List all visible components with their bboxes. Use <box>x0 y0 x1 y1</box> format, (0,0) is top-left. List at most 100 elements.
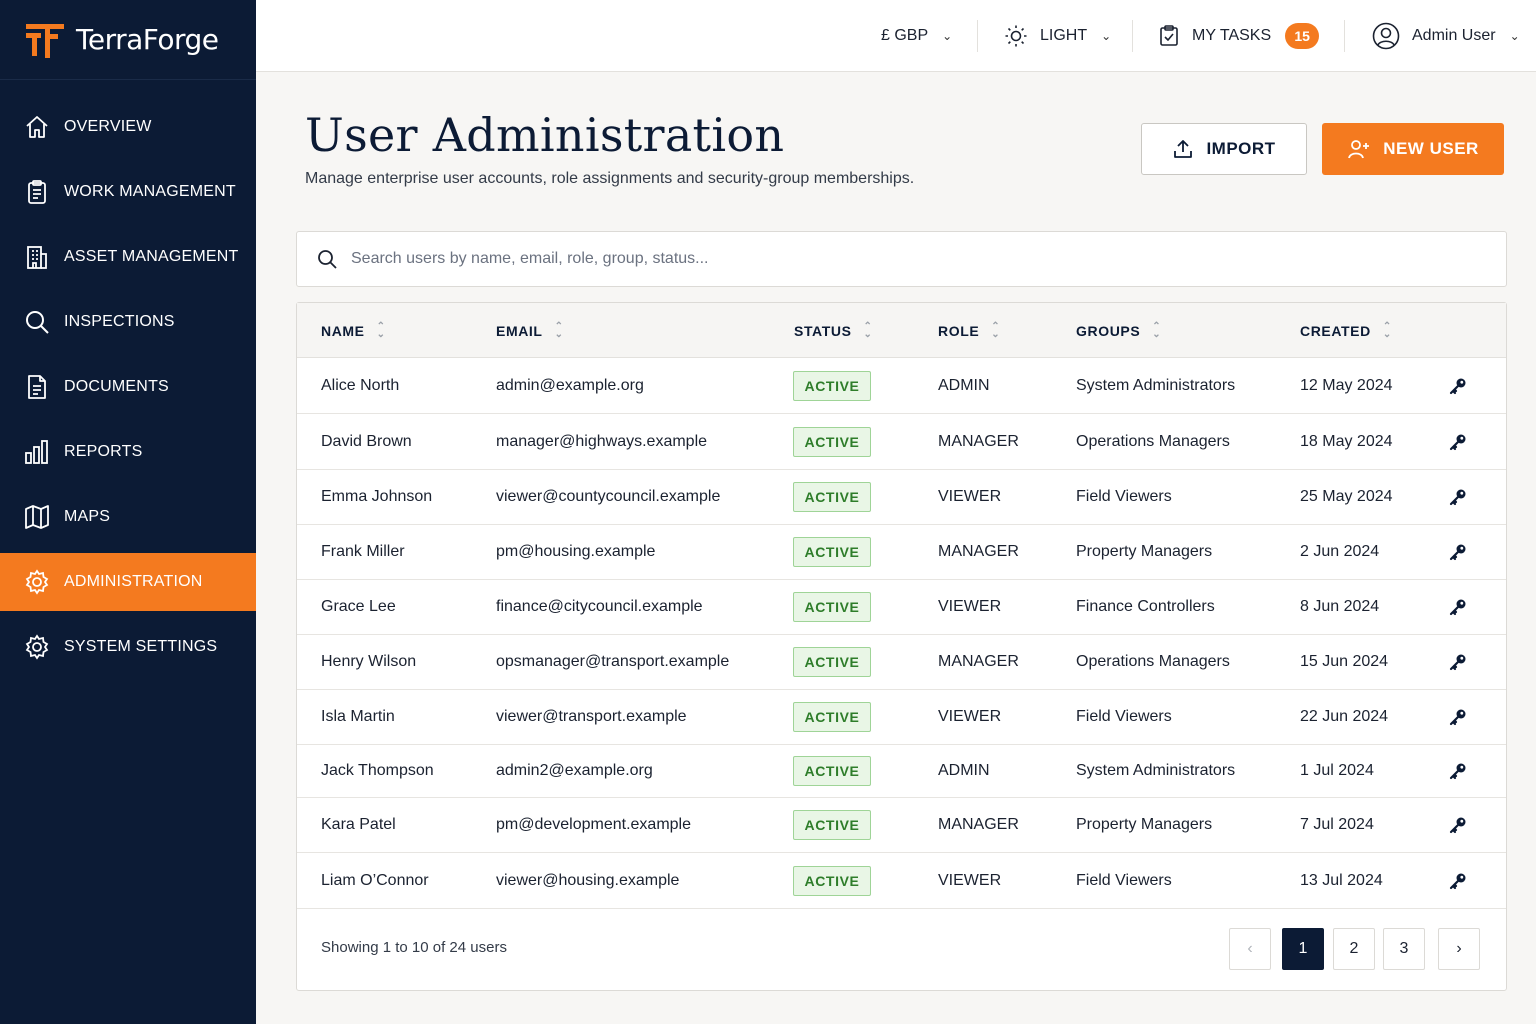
cell-email: opsmanager@transport.example <box>496 635 729 689</box>
cell-role-text: MANAGER <box>938 543 1019 560</box>
table-row[interactable]: Henry Wilson opsmanager@transport.example… <box>297 635 1506 690</box>
cell-role-text: VIEWER <box>938 598 1002 615</box>
theme-label: LIGHT <box>1040 27 1088 44</box>
user-name: Admin User <box>1412 27 1496 44</box>
table-row[interactable]: David Brown manager@highways.example ACTIV… <box>297 414 1506 470</box>
cell-email: viewer@transport.example <box>496 690 687 744</box>
new-user-button[interactable]: NEW USER <box>1322 123 1504 175</box>
cell-created: 13 Jul 2024 <box>1300 853 1383 908</box>
building-icon <box>27 246 47 269</box>
column-header-status[interactable]: STATUS ⌃ ⌄ <box>794 303 873 358</box>
reset-password-button[interactable] <box>1449 635 1467 689</box>
clipboard-icon <box>28 180 46 204</box>
cell-groups-text: Field Viewers <box>1076 871 1172 889</box>
cell-created-text: 8 Jun 2024 <box>1300 598 1380 615</box>
reset-password-button[interactable] <box>1449 690 1467 744</box>
reset-password-button[interactable] <box>1449 745 1467 797</box>
cell-name: Liam O’Connor <box>321 853 429 908</box>
column-header-name[interactable]: NAME ⌃ ⌄ <box>321 303 386 358</box>
cell-email-text: pm@development.example <box>496 816 692 833</box>
import-button[interactable]: IMPORT <box>1141 123 1307 175</box>
cell-status: ACTIVE <box>793 745 871 797</box>
key-icon <box>1449 434 1466 450</box>
cell-status: ACTIVE <box>793 853 871 908</box>
search-input[interactable] <box>351 250 1451 268</box>
sidebar-item-system-settings[interactable]: SYSTEM SETTINGS <box>0 618 256 676</box>
reset-password-button[interactable] <box>1449 470 1467 524</box>
page-button-2[interactable]: 2 <box>1333 928 1375 970</box>
sidebar-item-label: ASSET MANAGEMENT <box>64 248 239 265</box>
cell-status: ACTIVE <box>793 525 871 579</box>
pagination-summary: Showing 1 to 10 of 24 users <box>321 939 507 956</box>
sidebar: TerraForge OVERVIEW WORK MANAGEMENT ASSE… <box>0 0 256 1024</box>
cell-name-text: Alice North <box>321 376 400 394</box>
reset-password-button[interactable] <box>1449 414 1467 469</box>
sidebar-item-inspections[interactable]: INSPECTIONS <box>0 293 256 351</box>
cell-name: Isla Martin <box>321 690 395 744</box>
table-row[interactable]: Isla Martin viewer@transport.example ACTIV… <box>297 690 1506 745</box>
sidebar-item-administration[interactable]: ADMINISTRATION <box>0 553 256 611</box>
my-tasks-button[interactable]: MY TASKS 15 <box>1158 0 1320 72</box>
search-icon <box>26 311 49 334</box>
column-header-email[interactable]: EMAIL ⌃ ⌄ <box>496 303 564 358</box>
table-row[interactable]: Liam O’Connor viewer@housing.example ACTIV… <box>297 853 1506 909</box>
column-label: NAME <box>321 322 365 339</box>
upload-icon <box>1174 140 1193 158</box>
key-icon <box>1449 544 1466 561</box>
cell-created-text: 18 May 2024 <box>1300 432 1393 450</box>
cell-role: MANAGER <box>938 525 1019 579</box>
cell-email: viewer@housing.example <box>496 853 679 908</box>
table-header: NAME ⌃ ⌄ EMAIL ⌃ ⌄ STATUS ⌃ ⌄ ROLE ⌃ ⌄ GROUP… <box>297 303 1506 358</box>
sidebar-item-overview[interactable]: OVERVIEW <box>0 98 256 156</box>
reset-password-button[interactable] <box>1449 798 1467 852</box>
cell-groups: Operations Managers <box>1076 414 1230 469</box>
sidebar-item-maps[interactable]: MAPS <box>0 488 256 546</box>
currency-selector[interactable]: £ GBP ⌄ <box>881 0 952 72</box>
sidebar-item-reports[interactable]: REPORTS <box>0 423 256 481</box>
reset-password-button[interactable] <box>1449 853 1467 908</box>
table-row[interactable]: Kara Patel pm@development.example ACTIVE MA… <box>297 798 1506 853</box>
column-header-groups[interactable]: GROUPS ⌃ ⌄ <box>1076 303 1161 358</box>
cell-status: ACTIVE <box>793 358 871 413</box>
cell-name: Henry Wilson <box>321 635 416 689</box>
cell-status: ACTIVE <box>793 635 871 689</box>
cell-email-text: finance@citycouncil.example <box>496 598 703 615</box>
cell-email: pm@housing.example <box>496 525 655 579</box>
divider <box>977 20 978 52</box>
bar-chart-icon <box>25 440 48 464</box>
add-user-icon <box>1348 140 1370 159</box>
cell-email: finance@citycouncil.example <box>496 580 703 634</box>
page-button-3[interactable]: 3 <box>1383 928 1425 970</box>
sidebar-item-work-management[interactable]: WORK MANAGEMENT <box>0 163 256 221</box>
table-row[interactable]: Frank Miller pm@housing.example ACTIVE MANA… <box>297 525 1506 580</box>
cell-created-text: 1 Jul 2024 <box>1300 762 1374 779</box>
cell-role-text: ADMIN <box>938 762 990 779</box>
brand[interactable]: TerraForge <box>0 0 256 80</box>
users-table: NAME ⌃ ⌄ EMAIL ⌃ ⌄ STATUS ⌃ ⌄ ROLE ⌃ ⌄ GROUP… <box>296 302 1507 991</box>
prev-page-button[interactable]: ‹ <box>1229 928 1271 970</box>
key-icon <box>1449 763 1466 780</box>
column-header-created[interactable]: CREATED ⌃ ⌄ <box>1300 303 1392 358</box>
reset-password-button[interactable] <box>1449 525 1467 579</box>
sidebar-item-asset-management[interactable]: ASSET MANAGEMENT <box>0 228 256 286</box>
page-button-1[interactable]: 1 <box>1282 928 1324 970</box>
cell-groups-text: Property Managers <box>1076 543 1213 560</box>
table-row[interactable]: Alice North admin@example.org ACTIVE ADMIN S… <box>297 358 1506 414</box>
user-menu[interactable]: Admin User ⌄ <box>1372 0 1520 72</box>
sidebar-item-documents[interactable]: DOCUMENTS <box>0 358 256 416</box>
table-row[interactable]: Grace Lee finance@citycouncil.example ACTI… <box>297 580 1506 635</box>
column-label: EMAIL <box>496 322 543 339</box>
status-badge: ACTIVE <box>793 370 871 401</box>
reset-password-button[interactable] <box>1449 358 1467 413</box>
column-header-role[interactable]: ROLE ⌃ ⌄ <box>938 303 1000 358</box>
cell-created: 15 Jun 2024 <box>1300 635 1388 689</box>
sidebar-item-label: MAPS <box>64 508 111 525</box>
theme-selector[interactable]: LIGHT ⌄ <box>1004 0 1111 72</box>
cell-status: ACTIVE <box>793 470 871 524</box>
reset-password-button[interactable] <box>1449 580 1467 634</box>
home-icon <box>26 116 48 138</box>
next-page-button[interactable]: › <box>1438 928 1480 970</box>
table-row[interactable]: Jack Thompson admin2@example.org ACTIVE ADM… <box>297 745 1506 798</box>
table-row[interactable]: Emma Johnson viewer@countycouncil.example… <box>297 470 1506 525</box>
cell-created: 7 Jul 2024 <box>1300 798 1374 852</box>
